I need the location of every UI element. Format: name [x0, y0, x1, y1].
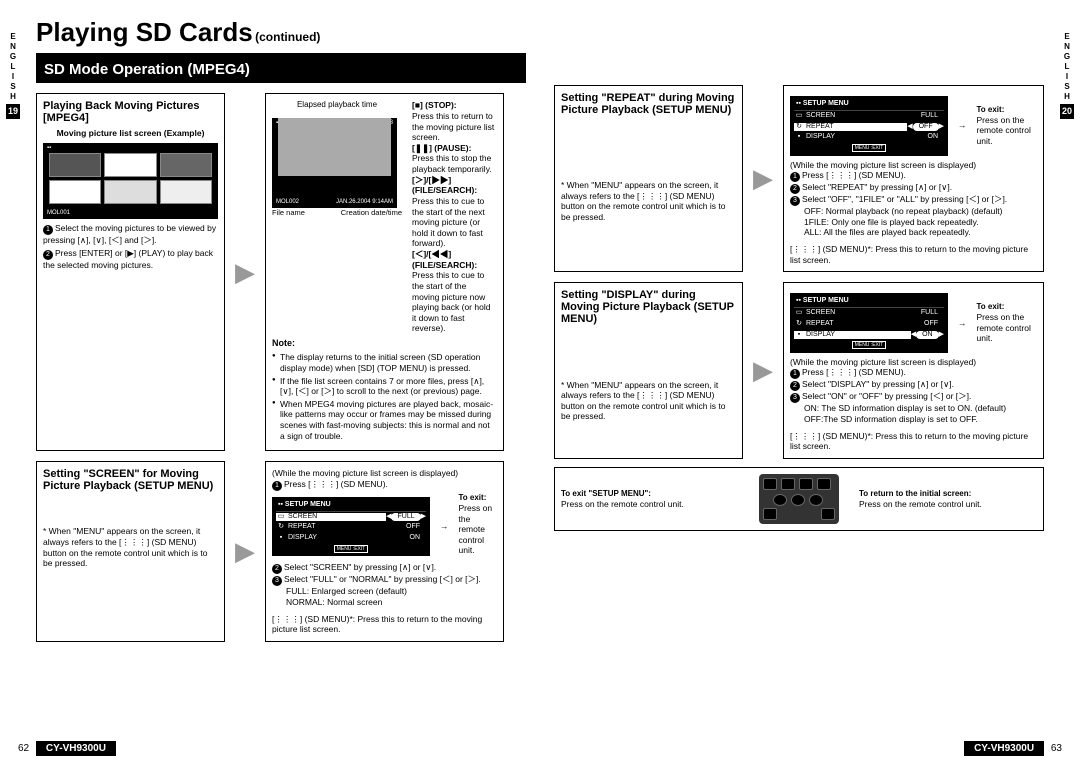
note-3: When MPEG4 moving pictures are played ba… [272, 399, 495, 442]
return-initial-text: Press on the remote control unit. [859, 499, 1037, 510]
page-number-right: 63 [1051, 743, 1062, 754]
setup-menu-screen: ▪▪ SETUP MENU ▭SCREEN◀FULL▶ ↻REPEATOFF ▪… [272, 497, 430, 557]
model-label-left: CY-VH9300U [36, 741, 116, 756]
list-screen-caption: Moving picture list screen (Example) [43, 128, 218, 139]
lang-tab-right: ENGLISH 20 [1060, 32, 1074, 119]
file-rev-label: [＜]/[◀◀] (FILE/SEARCH): [412, 249, 477, 270]
menu-footnote-screen: * When "MENU" appears on the screen, it … [43, 526, 218, 569]
screen-step3: Select "FULL" or "NORMAL" by pressing [＜… [284, 574, 481, 584]
moving-picture-list-screen: ▪▪ MOL001 [43, 143, 218, 219]
exit-setup-heading: To exit "SETUP MENU": [561, 489, 739, 499]
step1-text: Select the moving pictures to be viewed … [43, 223, 216, 245]
step2-text: Press [ENTER] or [▶] (PLAY) to play back… [43, 248, 213, 270]
remote-control-icon [759, 474, 839, 524]
screen-heading: Setting "SCREEN" for Moving Picture Play… [43, 468, 218, 492]
main-title: Playing SD Cards [36, 17, 253, 47]
screen-intro: (While the moving picture list screen is… [272, 468, 495, 479]
flow-arrow-icon: ▶ [753, 354, 773, 387]
screen-return-note: [⋮⋮⋮] (SD MENU)*: Press this to return t… [272, 614, 495, 635]
exit-heading: To exit: [459, 493, 496, 503]
page-tab-right: 20 [1060, 104, 1074, 119]
stop-label: [■] (STOP): [412, 100, 457, 110]
return-initial-heading: To return to the initial screen: [859, 489, 1037, 499]
display-heading: Setting "DISPLAY" during Moving Picture … [561, 289, 736, 325]
elapsed-label: Elapsed playback time [272, 100, 402, 110]
menu-footnote-display: * When "MENU" appears on the screen, it … [561, 380, 736, 423]
file-name-label: MOL001 [47, 210, 70, 218]
setup-menu-repeat: ▪▪ SETUP MENU ▭SCREENFULL ↻REPEAT◀OFF▶ ▪… [790, 96, 948, 156]
exit-text: Press on the remote control unit. [459, 503, 496, 556]
menu-footnote-repeat: * When "MENU" appears on the screen, it … [561, 180, 736, 223]
lang-tab-left: ENGLISH 19 [6, 32, 20, 119]
flow-arrow-icon: ▶ [235, 256, 255, 289]
flow-arrow-icon: ▶ [753, 162, 773, 195]
block1-heading: Playing Back Moving Pictures [MPEG4] [43, 100, 218, 124]
section-title: SD Mode Operation (MPEG4) [36, 53, 526, 84]
screen-step1: Press [⋮⋮⋮] (SD MENU). [284, 479, 388, 489]
setup-menu-display: ▪▪ SETUP MENU ▭SCREENFULL ↻REPEATOFF ▪DI… [790, 293, 948, 353]
filename-caption: File name [272, 208, 305, 217]
repeat-intro: (While the moving picture list screen is… [790, 160, 1035, 171]
pause-label: [❚❚] (PAUSE): [412, 143, 471, 153]
model-label-right: CY-VH9300U [964, 741, 1044, 756]
continued-label: (continued) [255, 30, 320, 44]
flow-arrow-icon: ▶ [235, 535, 255, 568]
playback-screen: ▪▪ 0000 04:3 MOL002 JAN.26.2004 9:14AM [272, 118, 397, 208]
page-tab-left: 19 [6, 104, 20, 119]
note-heading: Note: [272, 338, 495, 349]
repeat-heading: Setting "REPEAT" during Moving Picture P… [561, 92, 736, 116]
screen-normal: NORMAL: Normal screen [272, 597, 495, 608]
creation-caption: Creation date/time [341, 208, 402, 217]
exit-setup-text: Press on the remote control unit. [561, 499, 739, 510]
screen-full: FULL: Enlarged screen (default) [272, 586, 495, 597]
page-number-left: 62 [18, 743, 29, 754]
note-1: The display returns to the initial scree… [272, 352, 495, 373]
file-fwd-label: [＞]/[▶▶] (FILE/SEARCH): [412, 175, 477, 196]
note-2: If the file list screen contains 7 or mo… [272, 376, 495, 397]
screen-step2: Select "SCREEN" by pressing [∧] or [∨]. [284, 562, 436, 572]
